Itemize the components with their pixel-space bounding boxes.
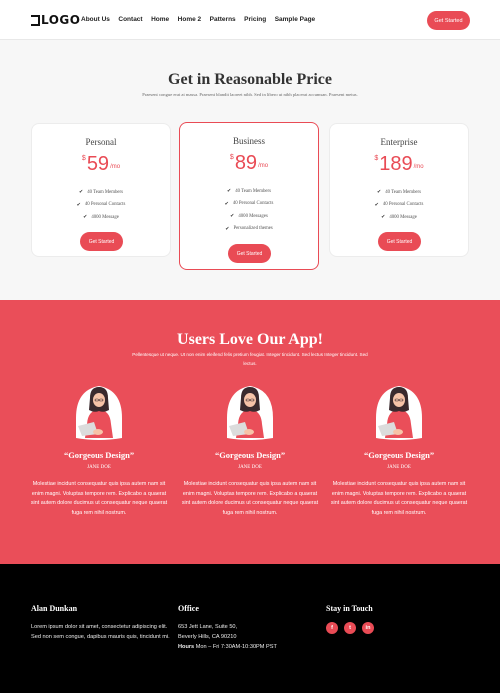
footer-about-text: Lorem ipsum dolor sit amet, consectetur … xyxy=(31,624,170,640)
plan-get-started-button[interactable]: Get Started xyxy=(378,232,421,251)
check-icon: ✔ xyxy=(381,215,386,221)
plan-name: Personal xyxy=(85,137,117,147)
twitter-icon[interactable]: t xyxy=(344,622,356,634)
main-nav: About Us Contact Home Home 2 Patterns Pr… xyxy=(81,16,324,23)
check-icon: ✔ xyxy=(376,190,382,196)
nav-item-patterns[interactable]: Patterns xyxy=(210,16,236,23)
footer-about: Alan Dunkan Lorem ipsum dolor sit amet, … xyxy=(31,604,171,642)
check-icon: ✔ xyxy=(83,215,88,221)
feature-item: ✔ 4000 Messages xyxy=(230,213,268,220)
user-avatar-illustration xyxy=(76,386,122,440)
check-icon: ✔ xyxy=(225,226,230,232)
nav-item-contact[interactable]: Contact xyxy=(118,16,142,23)
check-icon: ✔ xyxy=(226,189,232,195)
nav-item-sample-page[interactable]: Sample Page xyxy=(275,16,315,23)
check-icon: ✔ xyxy=(374,202,379,208)
check-icon: ✔ xyxy=(224,201,229,207)
feature-item: ✔ 4000 Message xyxy=(381,214,417,221)
footer-about-heading: Alan Dunkan xyxy=(31,604,78,613)
user-avatar-illustration xyxy=(376,386,422,440)
plan-price: $ 189 /mo xyxy=(330,153,468,175)
feature-item: ✔ 40 Personal Contacts xyxy=(76,202,126,208)
price-amount: 59 xyxy=(86,153,110,175)
nav-item-about-us[interactable]: About Us xyxy=(81,16,110,23)
plan-price: $ 59 /mo xyxy=(32,153,170,175)
testimonial-text: Molestiae incidunt consequatur quis ipsa… xyxy=(330,481,468,516)
social-links: f t in xyxy=(326,622,446,634)
pricing-title: Get in Reasonable Price xyxy=(168,71,332,88)
price-amount: 89 xyxy=(234,152,258,174)
feature-item: ✔ 4000 Message xyxy=(83,214,119,221)
feature-item: ✔ 40 Team Members xyxy=(78,189,123,196)
feature-item: ✔ Personalized themes xyxy=(225,226,273,232)
linkedin-icon[interactable]: in xyxy=(362,622,374,634)
logo-text: LOGO xyxy=(41,13,81,27)
price-period: /mo xyxy=(258,163,269,169)
pricing-card-personal: Personal $ 59 /mo ✔ 40 Team Members ✔ 40 P… xyxy=(31,123,171,257)
nav-item-pricing[interactable]: Pricing xyxy=(244,16,266,23)
testimonial-text: Molestiae incidunt consequatur quis ipsa… xyxy=(181,481,319,516)
office-address-line-1: 653 Jett Lane, Suite 50, xyxy=(178,624,238,630)
plan-price: $ 89 /mo xyxy=(180,152,318,174)
facebook-icon[interactable]: f xyxy=(326,622,338,634)
footer-office: Office 653 Jett Lane, Suite 50, Beverly … xyxy=(178,604,308,652)
testimonial-quote: “Gorgeous Design” xyxy=(63,450,135,460)
feature-item: ✔ 40 Team Members xyxy=(376,189,421,196)
plan-name: Enterprise xyxy=(380,137,418,147)
testimonial-quote: “Gorgeous Design” xyxy=(363,450,435,460)
price-period: /mo xyxy=(413,164,424,170)
nav-item-home-2[interactable]: Home 2 xyxy=(178,16,201,23)
office-hours: Hours Mon – Fri 7:30AM-10:30PM PST xyxy=(178,644,277,650)
footer-office-heading: Office xyxy=(178,604,199,613)
testimonial-author: JANE DOE xyxy=(87,465,111,470)
pricing-card-business: Business $ 89 /mo ✔ 40 Team Members ✔ 40 P… xyxy=(179,122,319,270)
feature-item: ✔ 40 Personal Contacts xyxy=(224,201,274,207)
price-period: /mo xyxy=(110,164,121,170)
plan-features: ✔ 40 Team Members ✔ 40 Personal Contacts ✔… xyxy=(330,186,468,224)
check-icon: ✔ xyxy=(230,214,235,220)
price-currency: $ xyxy=(81,155,86,162)
nav-item-home[interactable]: Home xyxy=(151,16,169,23)
feature-item: ✔ 40 Personal Contacts xyxy=(374,202,424,208)
testimonial-quote: “Gorgeous Design” xyxy=(214,450,286,460)
site-header: LOGO About Us Contact Home Home 2 Patter… xyxy=(0,0,500,40)
site-footer: Alan Dunkan Lorem ipsum dolor sit amet, … xyxy=(0,564,500,693)
price-amount: 189 xyxy=(379,153,413,175)
testimonial-author: JANE DOE xyxy=(238,465,262,470)
pricing-subtitle: Praesent congue erat at massa. Praesent … xyxy=(142,92,358,97)
testimonial-text: Molestiae incidunt consequatur quis ipsa… xyxy=(30,481,168,516)
check-icon: ✔ xyxy=(78,190,84,196)
footer-social: Stay in Touch f t in xyxy=(326,604,446,634)
price-currency: $ xyxy=(229,154,234,161)
feature-item: ✔ 40 Team Members xyxy=(226,188,271,195)
check-icon: ✔ xyxy=(76,202,81,208)
user-avatar-illustration xyxy=(227,386,273,440)
price-currency: $ xyxy=(374,155,379,162)
testimonials-title: Users Love Our App! xyxy=(177,331,323,348)
site-logo[interactable]: LOGO xyxy=(31,13,80,27)
get-started-button[interactable]: Get Started xyxy=(427,11,470,30)
plan-get-started-button[interactable]: Get Started xyxy=(80,232,123,251)
logo-mark xyxy=(31,14,40,26)
testimonial-author: JANE DOE xyxy=(387,465,411,470)
pricing-card-enterprise: Enterprise $ 189 /mo ✔ 40 Team Members ✔ 4… xyxy=(329,123,469,257)
plan-get-started-button[interactable]: Get Started xyxy=(228,244,271,263)
plan-features: ✔ 40 Team Members ✔ 40 Personal Contacts ✔… xyxy=(180,185,318,235)
footer-social-heading: Stay in Touch xyxy=(326,604,373,613)
office-address-line-2: Beverly Hills, CA 90210 xyxy=(178,634,237,640)
testimonials-subtitle: Pellentesque ut neque. Ut non enim eleif… xyxy=(132,352,368,366)
plan-name: Business xyxy=(232,136,265,146)
plan-features: ✔ 40 Team Members ✔ 40 Personal Contacts ✔… xyxy=(32,186,170,224)
